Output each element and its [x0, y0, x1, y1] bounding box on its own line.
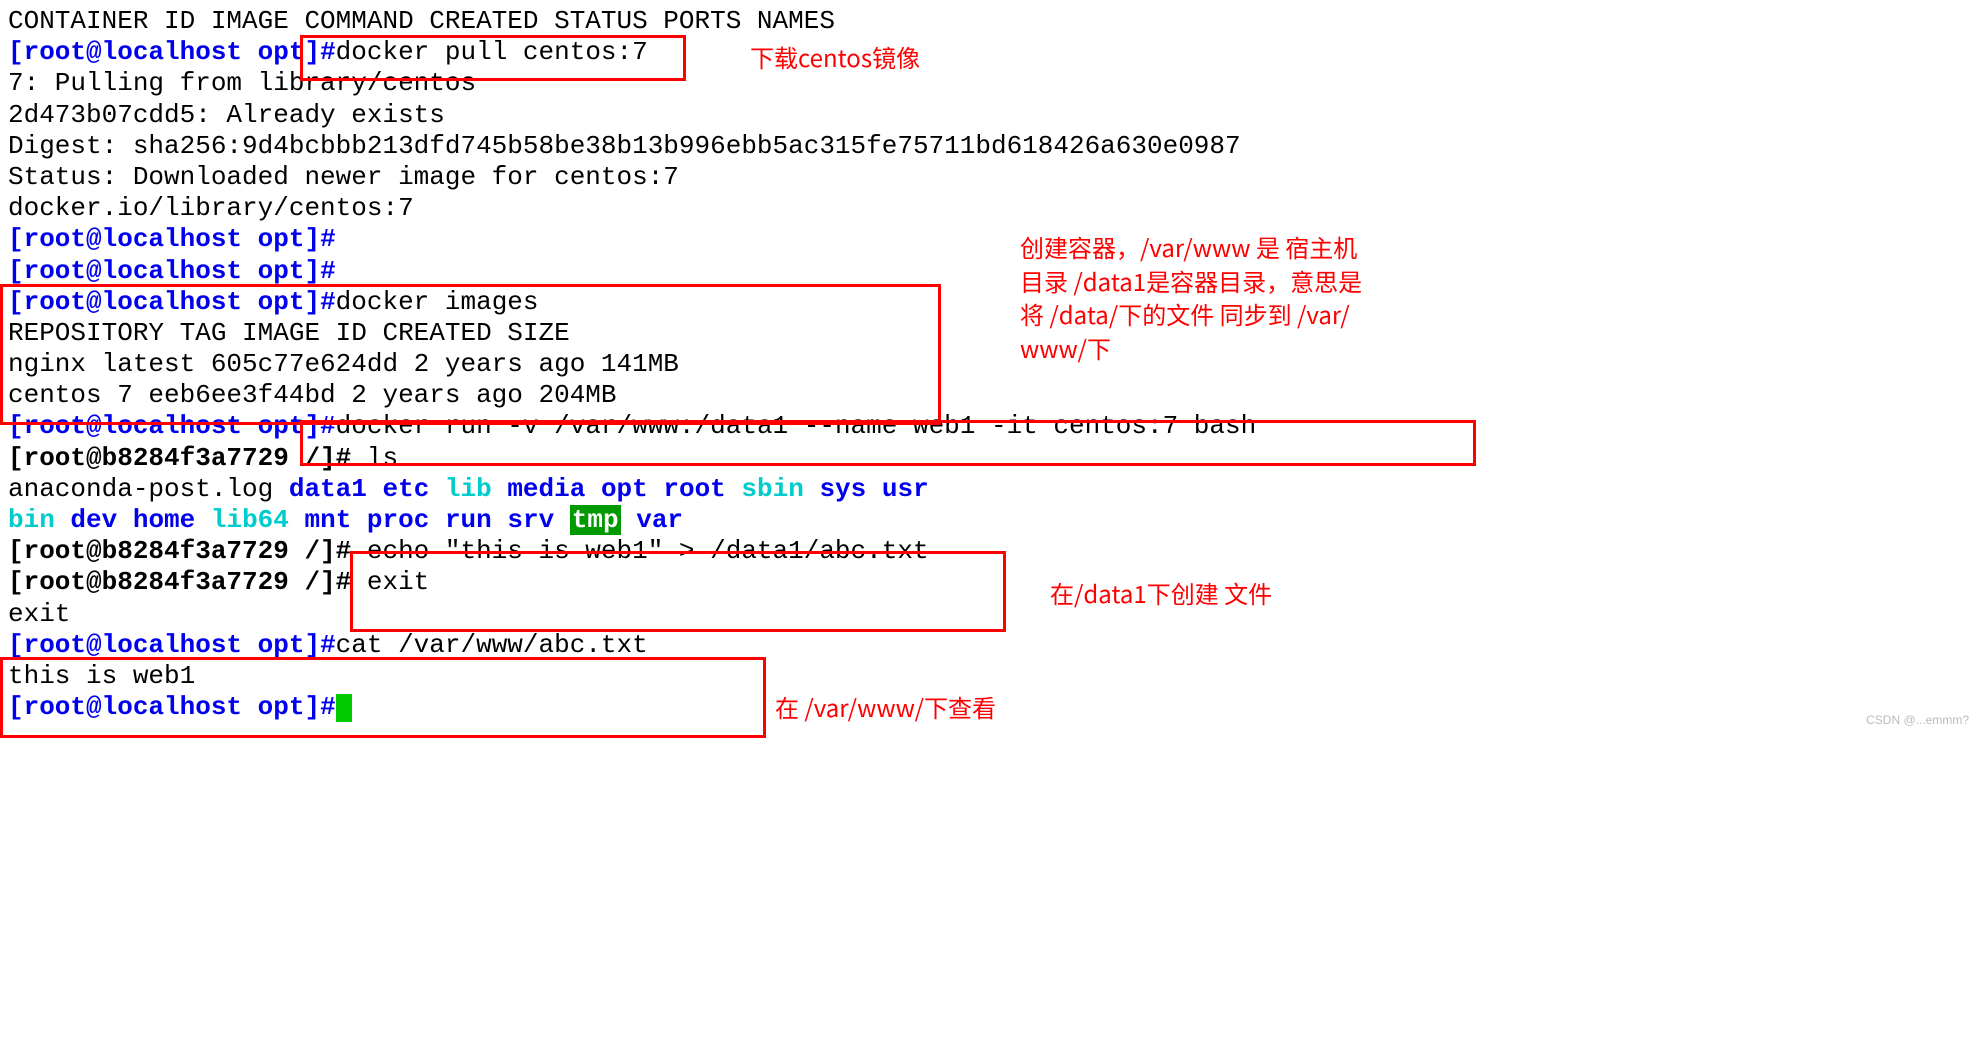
prompt-line[interactable]: [root@localhost opt]#docker images: [8, 287, 1971, 318]
prompt-line[interactable]: [root@localhost opt]#docker pull centos:…: [8, 37, 1971, 68]
shell-prompt: [root@localhost opt]: [8, 224, 320, 254]
prompt-line[interactable]: [root@localhost opt]#: [8, 224, 1971, 255]
annotation-echo: 在/data1下创建 文件: [1050, 576, 1272, 610]
dir-usr: usr: [882, 474, 929, 504]
shell-prompt: [root@localhost opt]: [8, 287, 320, 317]
dir-tmp-sticky: tmp: [570, 505, 621, 535]
dir-etc: etc: [382, 474, 429, 504]
container-prompt: [root@b8284f3a7729 /]#: [8, 443, 367, 473]
shell-prompt: [root@localhost opt]: [8, 630, 320, 660]
shell-prompt: [root@localhost opt]: [8, 256, 320, 286]
cmd-cat: cat /var/www/abc.txt: [336, 630, 648, 660]
pull-output: 2d473b07cdd5: Already exists: [8, 100, 1971, 131]
terminal-window[interactable]: CONTAINER ID IMAGE COMMAND CREATED STATU…: [0, 0, 1979, 729]
ls-output-row: bin dev home lib64 mnt proc run srv tmp …: [8, 505, 1971, 536]
cmd-docker-run: docker run -v /var/www:/data1 --name web…: [336, 411, 1257, 441]
dir-sys: sys: [819, 474, 866, 504]
link-lib: lib: [445, 474, 492, 504]
pull-output: Status: Downloaded newer image for cento…: [8, 162, 1971, 193]
cat-output: this is web1: [8, 661, 1971, 692]
dir-run: run: [445, 505, 492, 535]
pull-output: docker.io/library/centos:7: [8, 193, 1971, 224]
exit-output: exit: [8, 599, 1971, 630]
prompt-line[interactable]: [root@localhost opt]#: [8, 256, 1971, 287]
prompt-line[interactable]: [root@b8284f3a7729 /]# echo "this is web…: [8, 536, 1971, 567]
cursor-icon: [336, 694, 352, 722]
dir-data1: data1: [289, 474, 367, 504]
dir-proc: proc: [367, 505, 429, 535]
docker-ps-header: CONTAINER ID IMAGE COMMAND CREATED STATU…: [8, 6, 1971, 37]
link-bin: bin: [8, 505, 55, 535]
cmd-docker-pull: docker pull centos:7: [336, 37, 648, 67]
prompt-line[interactable]: [root@localhost opt]#docker run -v /var/…: [8, 411, 1971, 442]
dir-srv: srv: [507, 505, 554, 535]
dir-dev: dev: [70, 505, 117, 535]
pull-output: Digest: sha256:9d4bcbbb213dfd745b58be38b…: [8, 131, 1971, 162]
annotation-cat: 在 /var/www/下查看: [775, 690, 996, 724]
dir-mnt: mnt: [305, 505, 352, 535]
ls-output-row: anaconda-post.log data1 etc lib media op…: [8, 474, 1971, 505]
annotation-run: 创建容器，/var/www 是 宿主机 目录 /data1是容器目录，意思是 将…: [1020, 230, 1362, 364]
container-prompt: [root@b8284f3a7729 /]#: [8, 536, 367, 566]
ls-entry: anaconda-post.log: [8, 474, 289, 504]
dir-home: home: [133, 505, 195, 535]
dir-opt: opt: [601, 474, 648, 504]
prompt-line[interactable]: [root@b8284f3a7729 /]# exit: [8, 567, 1971, 598]
link-sbin: sbin: [741, 474, 803, 504]
table-row: nginx latest 605c77e624dd 2 years ago 14…: [8, 349, 1971, 380]
shell-prompt: [root@localhost opt]: [8, 37, 320, 67]
table-row: centos 7 eeb6ee3f44bd 2 years ago 204MB: [8, 380, 1971, 411]
dir-root: root: [663, 474, 725, 504]
images-header: REPOSITORY TAG IMAGE ID CREATED SIZE: [8, 318, 1971, 349]
container-prompt: [root@b8284f3a7729 /]#: [8, 567, 367, 597]
watermark: CSDN @...emmm?: [1866, 713, 1969, 727]
prompt-line[interactable]: [root@b8284f3a7729 /]# ls: [8, 443, 1971, 474]
cmd-ls: ls: [367, 443, 398, 473]
cmd-docker-images: docker images: [336, 287, 539, 317]
prompt-line[interactable]: [root@localhost opt]#cat /var/www/abc.tx…: [8, 630, 1971, 661]
annotation-pull: 下载centos镜像: [750, 40, 920, 74]
cmd-echo: echo "this is web1" > /data1/abc.txt: [367, 536, 929, 566]
shell-prompt: [root@localhost opt]: [8, 411, 320, 441]
dir-media: media: [507, 474, 585, 504]
link-lib64: lib64: [211, 505, 289, 535]
shell-prompt: [root@localhost opt]: [8, 692, 320, 722]
cmd-exit: exit: [367, 567, 429, 597]
dir-var: var: [636, 505, 683, 535]
pull-output: 7: Pulling from library/centos: [8, 68, 1971, 99]
